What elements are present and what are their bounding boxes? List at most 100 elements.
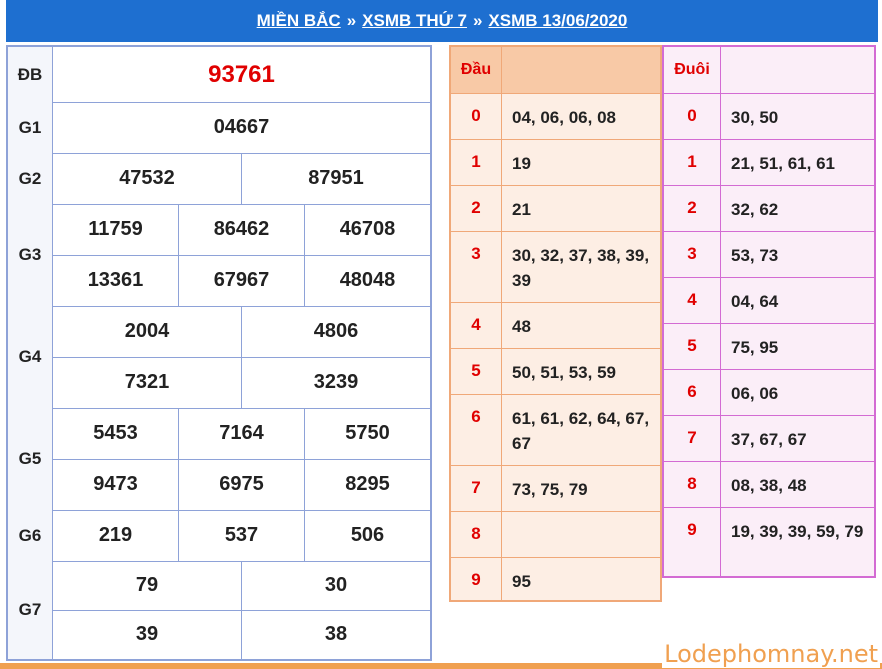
prize-label: G7	[8, 561, 53, 659]
prize-number: 8295	[304, 459, 430, 510]
breadcrumb-mien-bac[interactable]: MIỀN BẮC	[257, 11, 341, 31]
prize-number: 2004	[124, 319, 170, 342]
prize-number: 30	[241, 561, 430, 610]
dau-value: 48	[512, 317, 531, 336]
prize-label: G3	[8, 204, 53, 306]
duoi-value: 53, 73	[731, 246, 779, 265]
breadcrumb-xsmb-date[interactable]: XSMB 13/06/2020	[488, 11, 627, 31]
breadcrumb-xsmb-thu-7[interactable]: XSMB THỨ 7	[362, 11, 467, 31]
duoi-value: 32, 62	[731, 200, 779, 219]
duoi-key: 4	[664, 277, 721, 323]
duoi-row: 1 21, 51, 61, 61	[664, 139, 874, 186]
results-table: ĐB 93761 G1 04667 G2 47532 87951 G3 1175…	[6, 45, 432, 661]
prize-row-g3: G3 11759 86462 46708 13361 67967 48048	[8, 204, 430, 307]
duoi-row: 0 30, 50	[664, 93, 874, 140]
dau-row: 2 21	[451, 185, 660, 232]
dau-row: 7 73, 75, 79	[451, 465, 660, 512]
duoi-header-row: Đuôi	[664, 47, 874, 94]
duoi-key: 9	[664, 507, 721, 576]
duoi-key: 8	[664, 461, 721, 507]
duoi-row: 9 19, 39, 39, 59, 79	[664, 507, 874, 576]
prize-number: 86462	[178, 204, 304, 255]
dau-value: 04, 06, 06, 08	[512, 108, 616, 127]
dau-value: 73, 75, 79	[512, 480, 588, 499]
dau-row: 0 04, 06, 06, 08	[451, 93, 660, 140]
prize-number: 3239	[241, 357, 430, 408]
duoi-key: 1	[664, 139, 721, 185]
prize-label: G5	[8, 408, 53, 510]
prize-number: 67967	[178, 255, 304, 306]
prize-label: ĐB	[8, 47, 53, 102]
duoi-value: 04, 64	[731, 292, 779, 311]
prize-number: 9473	[93, 473, 138, 496]
duoi-value: 19, 39, 39, 59, 79	[731, 522, 864, 541]
dau-value: 30, 32, 37, 38, 39, 39	[512, 246, 650, 290]
prize-row-g5: G5 5453 7164 5750 9473 6975 8295	[8, 408, 430, 511]
duoi-value: 75, 95	[731, 338, 779, 357]
dau-value: 95	[512, 572, 531, 591]
prize-label: G6	[8, 510, 53, 561]
duoi-header: Đuôi	[664, 47, 721, 93]
breadcrumb-separator: »	[472, 11, 483, 30]
prize-number: 13361	[87, 269, 144, 292]
prize-row-g6: G6 219 537 506	[8, 510, 430, 562]
prize-number: 04667	[213, 116, 270, 138]
duoi-row: 3 53, 73	[664, 231, 874, 278]
dau-value: 19	[512, 154, 531, 173]
dau-key: 4	[451, 302, 502, 348]
dau-header-row: Đầu	[451, 47, 660, 94]
duoi-value: 06, 06	[731, 384, 779, 403]
prize-number: 47532	[119, 167, 175, 189]
prize-number: 219	[98, 524, 133, 546]
duoi-key: 6	[664, 369, 721, 415]
duoi-key: 3	[664, 231, 721, 277]
dau-key: 1	[451, 139, 502, 185]
dau-value: 61, 61, 62, 64, 67, 67	[512, 409, 650, 453]
prize-number: 7321	[124, 371, 170, 394]
site-watermark: Lodephomnay.net	[662, 640, 880, 668]
dau-row: 6 61, 61, 62, 64, 67, 67	[451, 394, 660, 466]
duoi-key: 2	[664, 185, 721, 231]
prize-label: G4	[8, 306, 53, 408]
prize-row-g1: G1 04667	[8, 102, 430, 154]
dau-key: 9	[451, 557, 502, 600]
dau-header: Đầu	[451, 47, 502, 93]
duoi-key: 0	[664, 93, 721, 139]
dau-row: 4 48	[451, 302, 660, 349]
duoi-row: 5 75, 95	[664, 323, 874, 370]
dau-key: 7	[451, 465, 502, 511]
duoi-value: 30, 50	[731, 108, 779, 127]
prize-number: 11759	[88, 217, 143, 240]
duoi-row: 6 06, 06	[664, 369, 874, 416]
dau-row: 8	[451, 511, 660, 558]
prize-number: 5453	[93, 421, 138, 444]
duoi-row: 4 04, 64	[664, 277, 874, 324]
dau-row: 1 19	[451, 139, 660, 186]
duoi-row: 7 37, 67, 67	[664, 415, 874, 462]
page-header: MIỀN BẮC » XSMB THỨ 7 » XSMB 13/06/2020	[6, 0, 878, 42]
dau-key: 5	[451, 348, 502, 394]
breadcrumb-separator: »	[346, 11, 357, 30]
prize-number: 46708	[304, 204, 430, 255]
dau-value: 50, 51, 53, 59	[512, 363, 616, 382]
dau-key: 3	[451, 231, 502, 302]
prize-number: 7164	[178, 408, 304, 459]
duoi-value: 08, 38, 48	[731, 476, 807, 495]
duoi-key: 5	[664, 323, 721, 369]
prize-number: 87951	[241, 153, 430, 204]
duoi-value: 37, 67, 67	[731, 430, 807, 449]
dau-key: 8	[451, 511, 502, 557]
duoi-row: 8 08, 38, 48	[664, 461, 874, 508]
special-prize-number: 93761	[208, 60, 275, 88]
dau-row: 9 95	[451, 557, 660, 600]
dau-table: Đầu 0 04, 06, 06, 08 1 19 2 21 3 30, 32,…	[449, 45, 662, 602]
dau-value	[502, 511, 660, 557]
duoi-table: Đuôi 0 30, 50 1 21, 51, 61, 61 2 32, 62 …	[662, 45, 876, 578]
prize-row-g4: G4 2004 4806 7321 3239	[8, 306, 430, 409]
prize-number: 6975	[178, 459, 304, 510]
prize-row-special: ĐB 93761	[8, 47, 430, 103]
dau-row: 5 50, 51, 53, 59	[451, 348, 660, 395]
prize-number: 537	[178, 510, 304, 561]
dau-row: 3 30, 32, 37, 38, 39, 39	[451, 231, 660, 303]
prize-number: 4806	[241, 306, 430, 357]
